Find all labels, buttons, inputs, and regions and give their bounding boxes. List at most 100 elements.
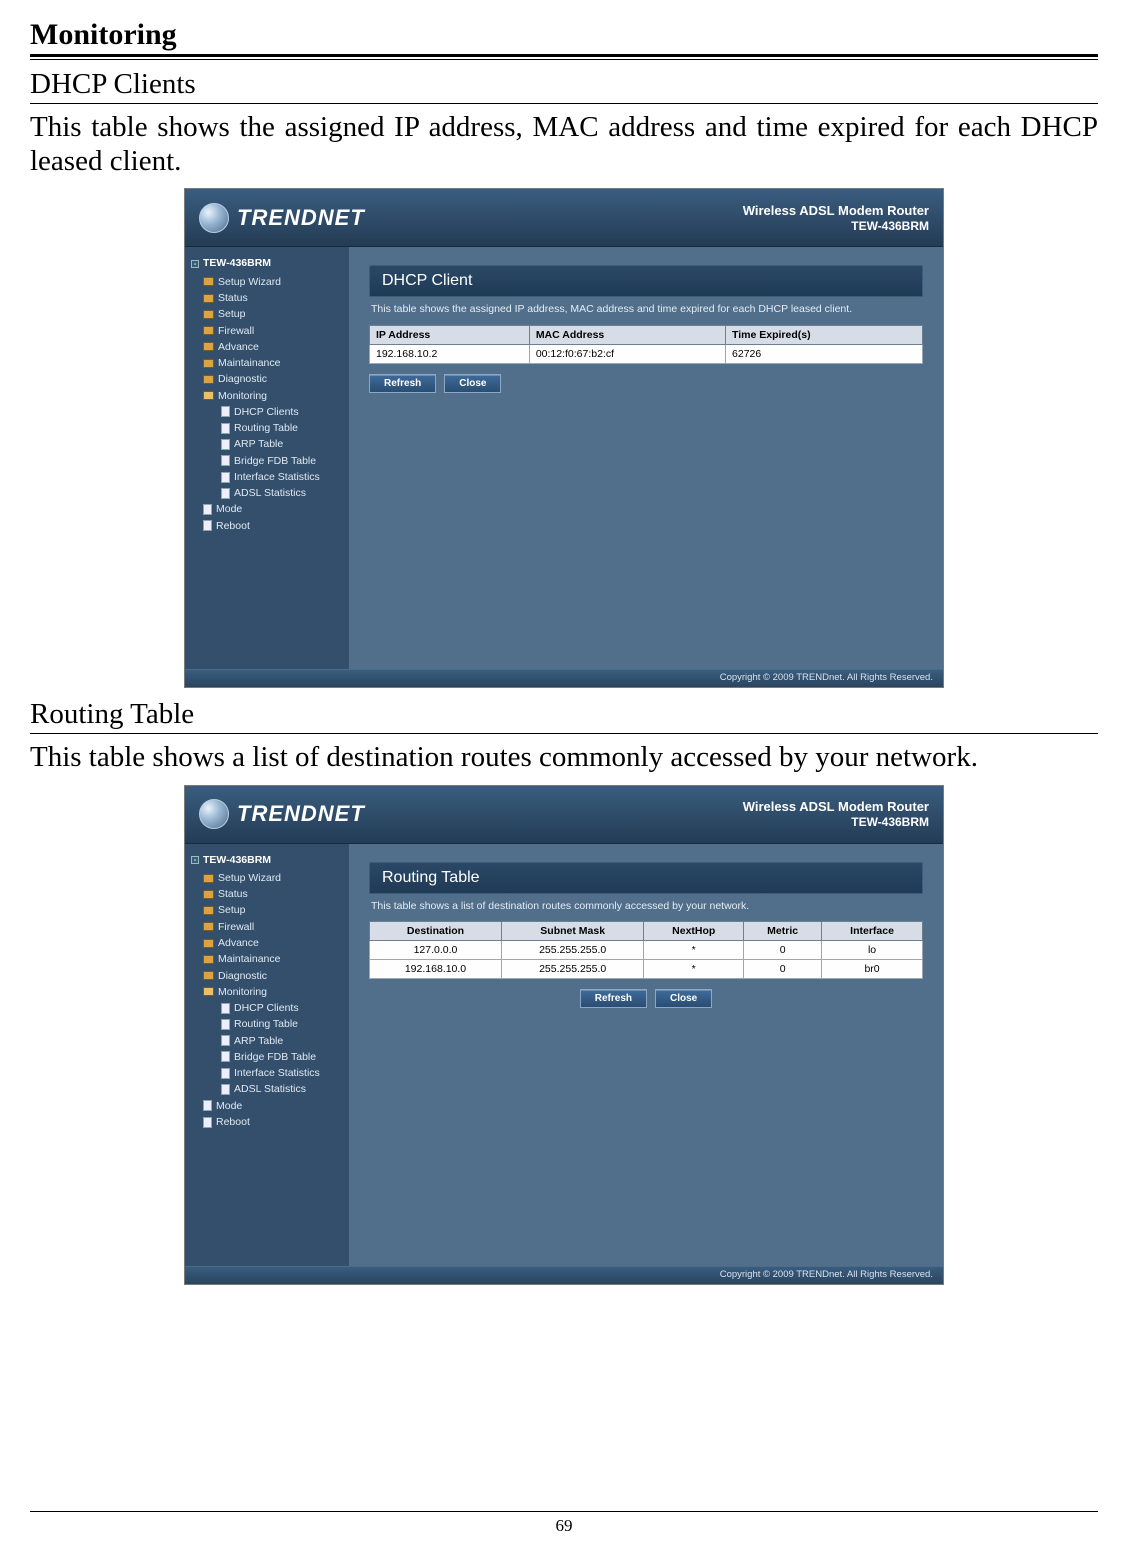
doc-icon xyxy=(221,1051,230,1062)
doc-icon xyxy=(221,423,230,434)
nav-label: Status xyxy=(218,290,248,306)
nav-sub-item[interactable]: DHCP Clients xyxy=(191,1000,345,1016)
nav-label: ARP Table xyxy=(234,436,283,452)
nav-label: Advance xyxy=(218,935,259,951)
nav-item[interactable]: Diagnostic xyxy=(191,371,345,387)
nav-item[interactable]: Advance xyxy=(191,339,345,355)
nav-item[interactable]: Setup xyxy=(191,306,345,322)
brand-logo: TRENDNET xyxy=(199,799,365,829)
nav-label: Status xyxy=(218,886,248,902)
rule-single xyxy=(30,103,1098,104)
nav-label: Firewall xyxy=(218,919,254,935)
nav-sub-item[interactable]: Bridge FDB Table xyxy=(191,453,345,469)
col-mac: MAC Address xyxy=(529,326,725,345)
folder-icon xyxy=(203,342,214,351)
nav-item-monitoring[interactable]: Monitoring xyxy=(191,388,345,404)
refresh-button[interactable]: Refresh xyxy=(369,374,436,393)
nav-sub-item[interactable]: ARP Table xyxy=(191,1033,345,1049)
panel-title: DHCP Client xyxy=(369,265,923,297)
nav-label: Advance xyxy=(218,339,259,355)
nav-sub-item[interactable]: ADSL Statistics xyxy=(191,1081,345,1097)
folder-icon xyxy=(203,326,214,335)
nav-item[interactable]: Maintainance xyxy=(191,355,345,371)
nav-label: DHCP Clients xyxy=(234,1000,299,1016)
nav-item[interactable]: Advance xyxy=(191,935,345,951)
nav-item[interactable]: Maintainance xyxy=(191,951,345,967)
nav-label: Reboot xyxy=(216,1114,250,1130)
folder-icon xyxy=(203,359,214,368)
nav-item[interactable]: Reboot xyxy=(191,518,345,534)
table-row: 127.0.0.0 255.255.255.0 * 0 lo xyxy=(370,941,923,960)
close-button[interactable]: Close xyxy=(655,989,712,1008)
brand-text: TRENDNET xyxy=(237,801,365,827)
folder-icon xyxy=(203,971,214,980)
doc-icon xyxy=(221,1035,230,1046)
doc-icon xyxy=(203,520,212,531)
nav-item[interactable]: Mode xyxy=(191,501,345,517)
folder-icon xyxy=(203,277,214,286)
cell-mac: 00:12:f0:67:b2:cf xyxy=(529,345,725,364)
col-mask: Subnet Mask xyxy=(501,922,643,941)
nav-label: Bridge FDB Table xyxy=(234,1049,316,1065)
doc-icon xyxy=(221,406,230,417)
nav-item-monitoring[interactable]: Monitoring xyxy=(191,984,345,1000)
screenshot-dhcp: TRENDNET Wireless ADSL Modem Router TEW-… xyxy=(30,188,1098,688)
nav-item[interactable]: Status xyxy=(191,886,345,902)
table-row: 192.168.10.0 255.255.255.0 * 0 br0 xyxy=(370,960,923,979)
section-body-dhcp: This table shows the assigned IP address… xyxy=(30,110,1098,178)
rule-double xyxy=(30,54,1098,60)
nav-sub-item[interactable]: Bridge FDB Table xyxy=(191,1049,345,1065)
col-dest: Destination xyxy=(370,922,502,941)
nav-item[interactable]: Setup xyxy=(191,902,345,918)
doc-icon xyxy=(221,1084,230,1095)
nav-root[interactable]: - TEW-436BRM xyxy=(191,255,345,271)
nav-sub-item[interactable]: ADSL Statistics xyxy=(191,485,345,501)
nav-item[interactable]: Firewall xyxy=(191,323,345,339)
nav-label: Diagnostic xyxy=(218,371,267,387)
refresh-button[interactable]: Refresh xyxy=(580,989,647,1008)
col-metric: Metric xyxy=(744,922,822,941)
folder-icon xyxy=(203,294,214,303)
col-ip: IP Address xyxy=(370,326,530,345)
folder-icon xyxy=(203,939,214,948)
nav-label: Maintainance xyxy=(218,355,280,371)
nav-item[interactable]: Mode xyxy=(191,1098,345,1114)
nav-item[interactable]: Diagnostic xyxy=(191,968,345,984)
doc-icon xyxy=(203,1100,212,1111)
cell: * xyxy=(644,960,744,979)
nav-sub-item[interactable]: Interface Statistics xyxy=(191,469,345,485)
nav-item[interactable]: Status xyxy=(191,290,345,306)
nav-tree: - TEW-436BRM Setup Wizard Status Setup F… xyxy=(185,844,349,1266)
nav-sub-item[interactable]: Routing Table xyxy=(191,1016,345,1032)
tree-collapse-icon: - xyxy=(191,260,199,268)
nav-sub-item[interactable]: DHCP Clients xyxy=(191,404,345,420)
nav-label: DHCP Clients xyxy=(234,404,299,420)
nav-label: Monitoring xyxy=(218,388,267,404)
nav-sub-item[interactable]: Interface Statistics xyxy=(191,1065,345,1081)
nav-label: Routing Table xyxy=(234,1016,298,1032)
product-label: Wireless ADSL Modem Router TEW-436BRM xyxy=(743,799,929,829)
router-header: TRENDNET Wireless ADSL Modem Router TEW-… xyxy=(185,189,943,247)
nav-label: Bridge FDB Table xyxy=(234,453,316,469)
router-window: TRENDNET Wireless ADSL Modem Router TEW-… xyxy=(184,188,944,688)
nav-label: Interface Statistics xyxy=(234,1065,320,1081)
nav-root[interactable]: - TEW-436BRM xyxy=(191,852,345,868)
nav-item[interactable]: Firewall xyxy=(191,919,345,935)
nav-sub-item[interactable]: Routing Table xyxy=(191,420,345,436)
rule-single xyxy=(30,733,1098,734)
nav-item[interactable]: Setup Wizard xyxy=(191,870,345,886)
nav-label: Mode xyxy=(216,1098,242,1114)
cell: 255.255.255.0 xyxy=(501,960,643,979)
col-nexthop: NextHop xyxy=(644,922,744,941)
cell: br0 xyxy=(822,960,923,979)
cell-ip: 192.168.10.2 xyxy=(370,345,530,364)
nav-label: Reboot xyxy=(216,518,250,534)
nav-label: Firewall xyxy=(218,323,254,339)
nav-item[interactable]: Setup Wizard xyxy=(191,274,345,290)
nav-root-label: TEW-436BRM xyxy=(203,852,271,868)
cell: 192.168.10.0 xyxy=(370,960,502,979)
nav-sub-item[interactable]: ARP Table xyxy=(191,436,345,452)
nav-item[interactable]: Reboot xyxy=(191,1114,345,1130)
doc-icon xyxy=(203,1117,212,1128)
close-button[interactable]: Close xyxy=(444,374,501,393)
